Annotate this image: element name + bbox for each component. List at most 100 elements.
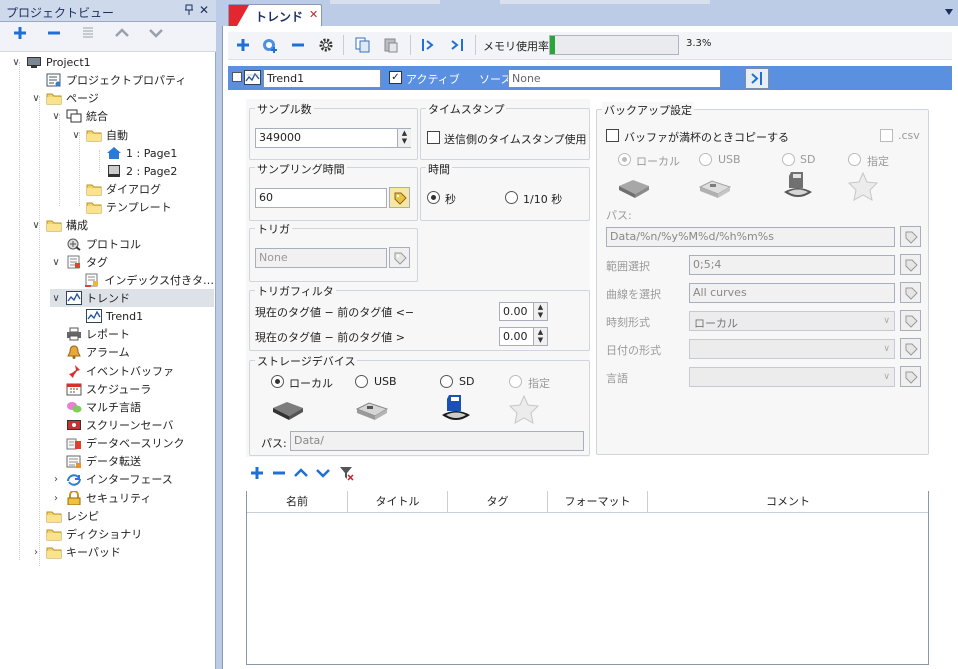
collapsed-chevron-icon[interactable]: ›: [30, 546, 42, 558]
trigger-filter-upper-spinner[interactable]: ▲ ▼: [533, 328, 547, 345]
rename-icon[interactable]: [80, 25, 96, 41]
tree-item[interactable]: インデックス付きタ…: [0, 271, 214, 289]
tree-item[interactable]: プロジェクトプロパティ: [0, 71, 214, 89]
time-format-select[interactable]: ローカル ∨: [689, 311, 895, 331]
tree-item[interactable]: イベントバッファ: [0, 362, 214, 380]
backup-sd-radio[interactable]: [782, 153, 795, 166]
grid-header-comment[interactable]: コメント: [648, 491, 928, 513]
filter-icon[interactable]: [339, 465, 355, 481]
trigger-filter-lower-spinner[interactable]: ▲ ▼: [533, 303, 547, 320]
collapsed-chevron-icon[interactable]: ›: [50, 473, 62, 485]
close-panel-icon[interactable]: ✕: [199, 3, 209, 17]
export-icon[interactable]: [449, 37, 465, 53]
trigger-input[interactable]: None: [255, 248, 387, 268]
backup-path-tag-button[interactable]: [900, 226, 921, 247]
backup-usb-radio[interactable]: [699, 153, 712, 166]
tree-item[interactable]: ∨ ページ: [0, 89, 214, 107]
time-tenth-seconds-radio[interactable]: [505, 191, 518, 204]
tree-item[interactable]: データベースリンク: [0, 434, 214, 452]
source-browse-button[interactable]: [745, 68, 769, 89]
sample-count-input[interactable]: 349000: [255, 128, 411, 148]
collapsed-chevron-icon[interactable]: ›: [50, 492, 62, 504]
tree-item[interactable]: ディクショナリ: [0, 525, 214, 543]
range-select-tag-button[interactable]: [900, 254, 921, 275]
tree-item[interactable]: テンプレート: [0, 198, 214, 216]
grid-header-name[interactable]: 名前: [247, 491, 348, 513]
storage-path-input[interactable]: Data/: [290, 431, 584, 451]
storage-custom-radio[interactable]: [509, 375, 522, 388]
move-down-icon[interactable]: [148, 25, 164, 41]
move-curve-up-icon[interactable]: [294, 466, 308, 480]
active-checkbox[interactable]: ✓: [389, 71, 402, 84]
date-format-select[interactable]: ∨: [689, 339, 895, 359]
tree-item[interactable]: プロトコル: [0, 235, 214, 253]
sampling-time-tag-button[interactable]: [389, 187, 410, 208]
tree-item[interactable]: マルチ言語: [0, 398, 214, 416]
tree-item[interactable]: アラーム: [0, 343, 214, 361]
trend-select-checkbox[interactable]: [232, 72, 242, 82]
move-up-icon[interactable]: [114, 25, 130, 41]
tree-item[interactable]: ダイアログ: [0, 180, 214, 198]
sampling-time-input[interactable]: 60: [255, 188, 387, 208]
tree-item[interactable]: › インターフェース: [0, 470, 214, 488]
storage-usb-radio[interactable]: [355, 375, 368, 388]
language-select[interactable]: ∨: [689, 367, 895, 387]
grid-header-format[interactable]: フォーマット: [548, 491, 648, 513]
remove-icon[interactable]: [46, 25, 62, 41]
time-seconds-radio[interactable]: [427, 191, 440, 204]
tab-dropdown-icon[interactable]: [944, 8, 954, 16]
backup-copy-checkbox[interactable]: [606, 129, 619, 142]
sample-count-spinner[interactable]: ▲ ▼: [397, 129, 411, 147]
add-curve-icon[interactable]: [262, 37, 278, 53]
range-select-input[interactable]: 0;5;4: [689, 255, 895, 275]
remove-trend-icon[interactable]: [291, 38, 305, 52]
expanded-chevron-icon[interactable]: ∨: [70, 129, 82, 141]
language-tag-button[interactable]: [900, 366, 921, 387]
expanded-chevron-icon[interactable]: ∨: [50, 110, 62, 122]
source-input[interactable]: None: [508, 69, 721, 88]
backup-custom-radio[interactable]: [848, 153, 861, 166]
pin-icon[interactable]: [184, 4, 194, 16]
date-format-tag-button[interactable]: [900, 338, 921, 359]
tree-item[interactable]: レシピ: [0, 507, 214, 525]
tree-item[interactable]: › キーパッド: [0, 543, 214, 561]
add-curve-row-icon[interactable]: [250, 466, 264, 480]
expanded-chevron-icon[interactable]: ∨: [10, 56, 22, 68]
backup-csv-checkbox[interactable]: [880, 129, 893, 142]
settings-gear-icon[interactable]: [318, 37, 334, 53]
tree-item[interactable]: 1 : Page1: [0, 144, 214, 162]
curve-select-tag-button[interactable]: [900, 282, 921, 303]
tab-trend[interactable]: トレンド ✕: [228, 4, 322, 26]
expanded-chevron-icon[interactable]: ∨: [30, 219, 42, 231]
copy-icon[interactable]: [355, 37, 371, 53]
tree-item[interactable]: スクリーンセーバ: [0, 416, 214, 434]
expanded-chevron-icon[interactable]: ∨: [50, 256, 62, 268]
storage-local-radio[interactable]: [271, 375, 284, 388]
expanded-chevron-icon[interactable]: ∨: [30, 92, 42, 104]
remove-curve-row-icon[interactable]: [272, 466, 286, 480]
grid-header-title[interactable]: タイトル: [348, 491, 448, 513]
tree-item[interactable]: ∨ 構成: [0, 216, 214, 234]
tab-close-icon[interactable]: ✕: [309, 8, 318, 21]
curve-select-input[interactable]: All curves: [689, 283, 895, 303]
backup-path-input[interactable]: Data/%n/%y%M%d/%h%m%s: [606, 227, 895, 247]
tree-item[interactable]: ∨ 統合: [0, 107, 214, 125]
import-icon[interactable]: [420, 37, 436, 53]
tree-item[interactable]: ∨ 自動: [0, 126, 214, 144]
tree-item[interactable]: › セキュリティ: [0, 489, 214, 507]
grid-header-tag[interactable]: タグ: [448, 491, 548, 513]
time-format-tag-button[interactable]: [900, 310, 921, 331]
sender-timestamp-checkbox[interactable]: [427, 131, 440, 144]
add-icon[interactable]: [12, 25, 28, 41]
expanded-chevron-icon[interactable]: ∨: [50, 292, 62, 304]
paste-icon[interactable]: [383, 37, 399, 53]
tree-item[interactable]: 2 : Page2: [0, 162, 214, 180]
trigger-tag-button[interactable]: [389, 247, 410, 268]
tree-item[interactable]: スケジューラ: [0, 380, 214, 398]
tree-item[interactable]: レポート: [0, 325, 214, 343]
tree-item[interactable]: Trend1: [0, 307, 214, 325]
tree-item[interactable]: ∨ トレンド: [50, 289, 214, 307]
tree-item[interactable]: ∨ タグ: [0, 253, 214, 271]
trend-name-input[interactable]: Trend1: [263, 69, 381, 88]
backup-local-radio[interactable]: [618, 153, 631, 166]
